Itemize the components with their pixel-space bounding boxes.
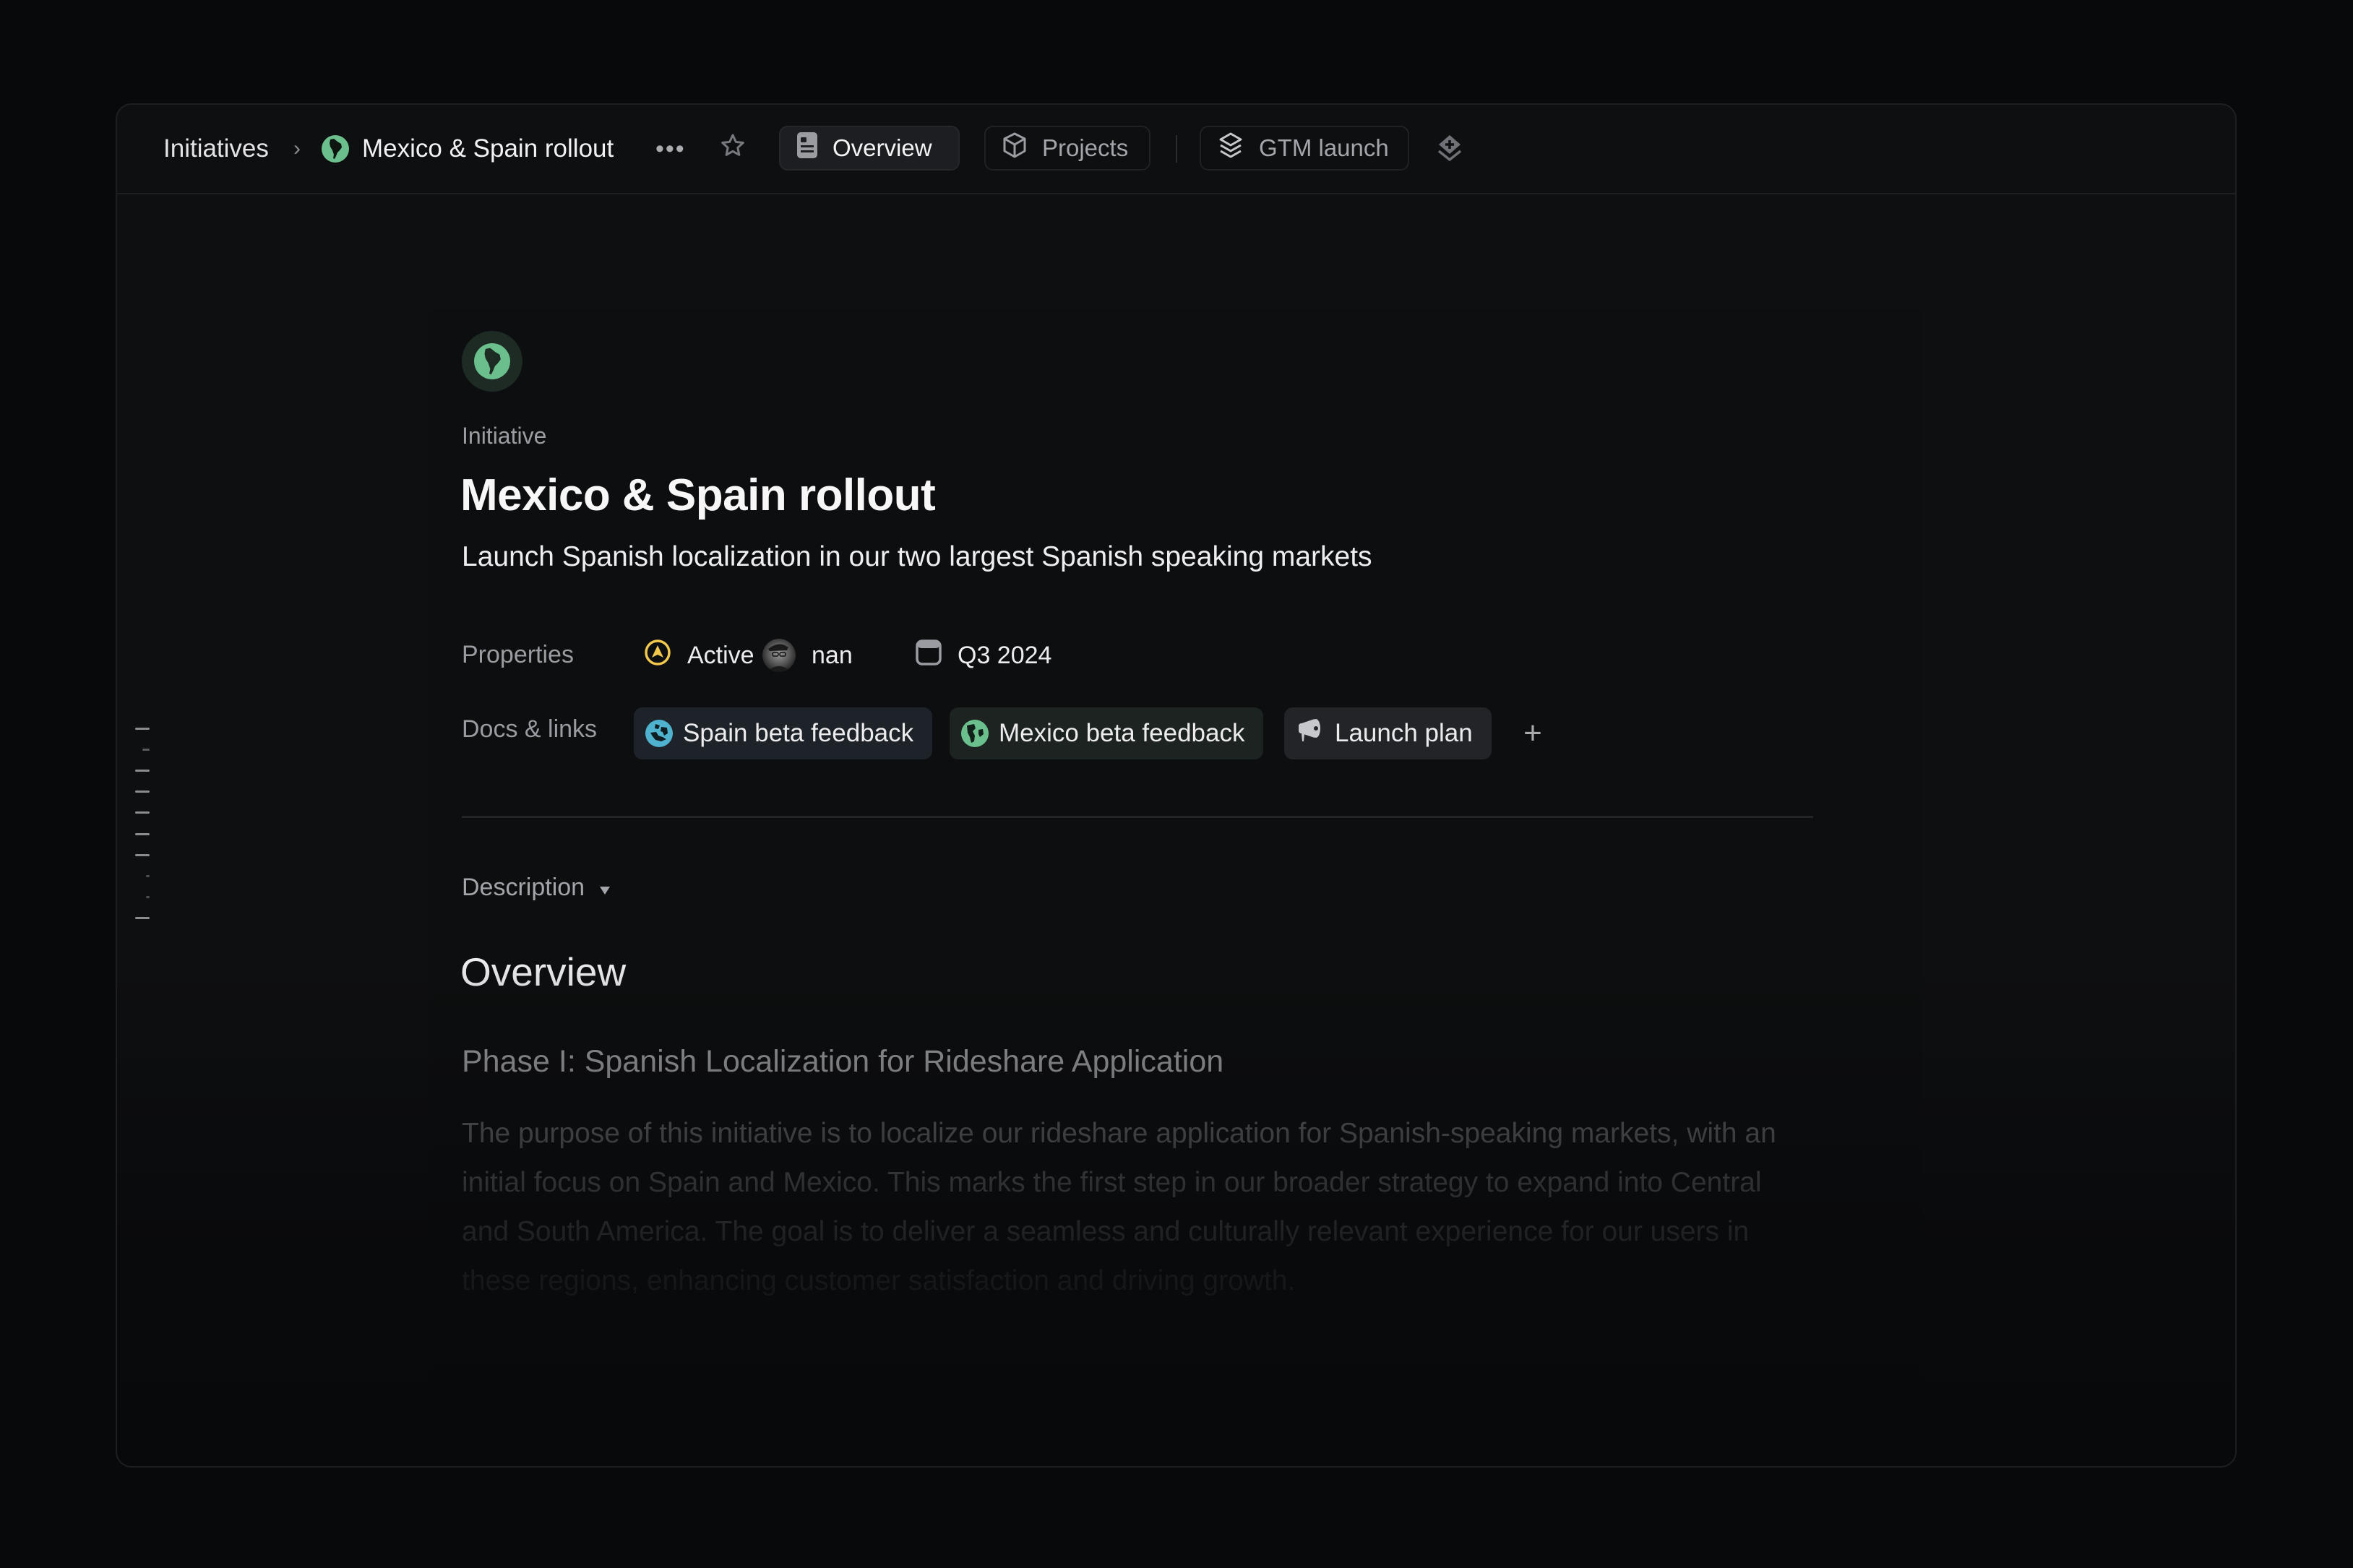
- tab-gtm-launch[interactable]: GTM launch: [1200, 126, 1409, 171]
- description-line: initial focus on Spain and Mexico. This …: [462, 1167, 1762, 1198]
- outline-tick[interactable]: [146, 896, 150, 898]
- lead-property[interactable]: nan: [762, 634, 853, 677]
- breadcrumb-current-label: Mexico & Spain rollout: [362, 134, 614, 163]
- top-bar: Initiatives › Mexico & Spain rollout •••…: [117, 105, 2235, 194]
- star-icon: [718, 132, 747, 167]
- description-subheading[interactable]: Phase I: Spanish Localization for Ridesh…: [462, 1044, 1223, 1080]
- europe-globe-icon: [645, 720, 673, 747]
- outline-tick[interactable]: [135, 728, 150, 730]
- south-america-globe-icon: [322, 135, 349, 163]
- outline-tick[interactable]: [135, 770, 150, 772]
- breadcrumb-separator: ›: [293, 137, 301, 160]
- description-heading[interactable]: Overview: [460, 949, 626, 995]
- doc-link-label: Launch plan: [1335, 719, 1473, 747]
- status-label: Active: [687, 641, 754, 669]
- description-line: The purpose of this initiative is to loc…: [462, 1118, 1776, 1149]
- avatar: [762, 639, 796, 672]
- properties-label: Properties: [462, 641, 574, 668]
- doc-link-mexico-beta-feedback[interactable]: Mexico beta feedback: [950, 707, 1264, 759]
- add-view-button[interactable]: [1434, 132, 1466, 164]
- description-body[interactable]: The purpose of this initiative is to loc…: [462, 1109, 1900, 1306]
- description-toggle[interactable]: Description: [462, 874, 611, 902]
- tab-projects[interactable]: Projects: [984, 126, 1150, 171]
- outline-tick[interactable]: [142, 749, 150, 751]
- initiative-summary[interactable]: Launch Spanish localization in our two l…: [462, 541, 1372, 573]
- doc-link-launch-plan[interactable]: Launch plan: [1284, 707, 1492, 759]
- description-line: these regions, enhancing customer satisf…: [462, 1265, 1296, 1296]
- outline-tick[interactable]: [135, 917, 150, 919]
- outline-tick[interactable]: [135, 854, 150, 856]
- description-toggle-label: Description: [462, 874, 585, 901]
- breadcrumb-initiatives[interactable]: Initiatives: [163, 105, 269, 193]
- lead-label: nan: [812, 641, 853, 669]
- outline-tick[interactable]: [135, 811, 150, 814]
- calendar-icon: [916, 639, 942, 673]
- app-window: Initiatives › Mexico & Spain rollout •••…: [116, 103, 2237, 1468]
- tab-overview-label: Overview: [833, 134, 932, 161]
- breadcrumb-current[interactable]: Mexico & Spain rollout: [322, 105, 614, 193]
- outline-tick[interactable]: [146, 875, 150, 877]
- document-icon: [796, 132, 818, 165]
- initiative-icon[interactable]: [462, 331, 522, 392]
- megaphone-icon: [1296, 716, 1325, 751]
- doc-link-label: Spain beta feedback: [683, 719, 914, 747]
- doc-link-spain-beta-feedback[interactable]: Spain beta feedback: [634, 707, 933, 759]
- status-property[interactable]: Active: [644, 634, 754, 677]
- outline-tick[interactable]: [135, 791, 150, 793]
- caret-down-icon: [599, 874, 611, 902]
- more-options-button[interactable]: •••: [655, 105, 686, 193]
- tab-projects-label: Projects: [1042, 134, 1129, 161]
- doc-link-label: Mexico beta feedback: [999, 719, 1245, 747]
- section-divider: [462, 816, 1813, 818]
- layers-icon: [1217, 132, 1244, 165]
- initiative-title[interactable]: Mexico & Spain rollout: [460, 470, 936, 521]
- outline-tick[interactable]: [135, 833, 150, 835]
- south-america-globe-icon: [474, 343, 510, 379]
- americas-globe-icon: [961, 720, 989, 747]
- layers-plus-icon: [1434, 135, 1466, 167]
- breadcrumb-root-label: Initiatives: [163, 134, 269, 163]
- tab-gtm-label: GTM launch: [1259, 134, 1389, 161]
- target-date-property[interactable]: Q3 2024: [916, 634, 1051, 677]
- tab-overview[interactable]: Overview: [779, 126, 960, 171]
- docs-links-label: Docs & links: [462, 715, 598, 743]
- target-date-label: Q3 2024: [958, 641, 1052, 669]
- description-line: and South America. The goal is to delive…: [462, 1216, 1750, 1247]
- tab-separator: [1176, 135, 1177, 163]
- favorite-button[interactable]: [718, 105, 747, 193]
- cube-icon: [1002, 132, 1028, 165]
- entity-type-label: Initiative: [462, 423, 547, 449]
- status-active-icon: [644, 639, 671, 673]
- add-doc-link-button[interactable]: +: [1515, 716, 1550, 751]
